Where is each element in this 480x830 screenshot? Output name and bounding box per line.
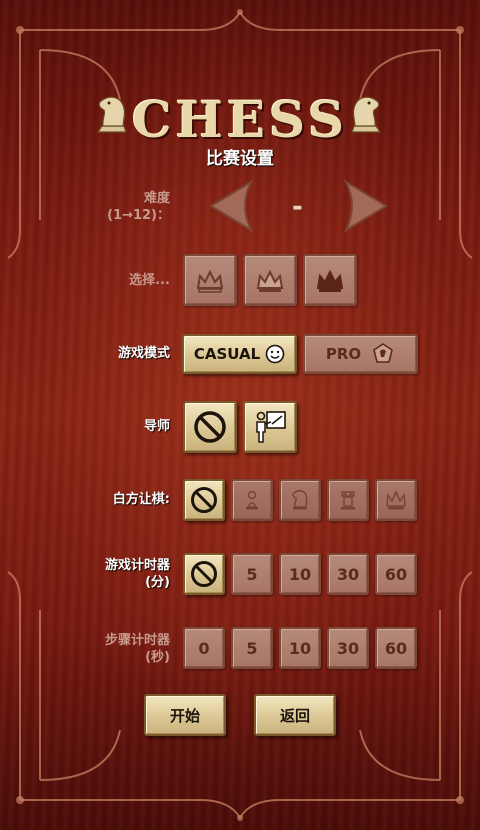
handicap-none-button[interactable] [183,479,225,521]
knight-icon [351,96,382,133]
difficulty-label-line1: 难度 [143,191,170,206]
forbidden-icon [191,487,217,513]
move-timer-option-5[interactable]: 5 [231,627,273,669]
forbidden-icon [191,561,217,587]
game-timer-label-line1: 游戏计时器 [104,558,170,573]
king-black-button[interactable] [303,254,357,306]
difficulty-value: - [292,192,303,222]
move-timer-option-60[interactable]: 60 [375,627,417,669]
game-timer-label-line2: (分) [145,575,170,590]
logo-text: CHESS [131,90,349,149]
move-timer-label-line2: (秒) [145,650,170,665]
back-button[interactable]: 返回 [254,694,336,736]
game-timer-option-60[interactable]: 60 [375,553,417,595]
move-timer-label-line1: 步骤计时器 [104,633,170,648]
game-timer-off-button[interactable] [183,553,225,595]
game-timer-option-10[interactable]: 10 [279,553,321,595]
pro-badge-icon [373,343,394,363]
king-icon [256,269,284,292]
move-timer-label: 步骤计时器 (秒) [105,632,170,666]
game-timer-option-5[interactable]: 5 [231,553,273,595]
move-timer-option-0[interactable]: 0 [183,627,225,669]
decrease-difficulty-button[interactable] [205,178,255,234]
handicap-queen-button[interactable] [375,479,417,521]
difficulty-label-line2: (1→12)： [107,208,170,223]
start-button[interactable]: 开始 [144,694,226,736]
page-title: 比赛设置 [206,149,274,169]
game-timer-label: 游戏计时器 (分) [105,557,170,591]
knight-icon [292,490,308,510]
forbidden-icon [194,411,226,443]
tutor-off-button[interactable] [183,401,237,453]
queen-icon [386,490,406,510]
tutor-on-button[interactable] [243,401,297,453]
handicap-pawn-button[interactable] [231,479,273,521]
tutor-label: 导师 [143,419,170,434]
handicap-knight-button[interactable] [279,479,321,521]
king-white-button[interactable] [183,254,237,306]
teacher-icon [256,411,286,443]
casual-mode-button[interactable]: CASUAL [182,334,297,374]
pro-mode-button[interactable]: PRO [303,334,418,374]
game-mode-label: 游戏模式 [117,346,170,361]
king-icon [196,269,224,293]
difficulty-label: 难度 (1→12)： [107,190,170,224]
smiley-icon [265,344,285,364]
move-timer-option-10[interactable]: 10 [279,627,321,669]
app-logo: CHESS [0,90,480,149]
pro-label: PRO [325,345,362,363]
casual-label: CASUAL [193,345,261,363]
king-random-button[interactable] [243,254,297,306]
select-label: 选择... [129,273,170,288]
move-timer-option-30[interactable]: 30 [327,627,369,669]
handicap-label: 白方让棋: [112,492,170,507]
increase-difficulty-button[interactable] [342,178,392,234]
pawn-icon [246,490,258,510]
game-timer-option-30[interactable]: 30 [327,553,369,595]
king-icon [316,269,344,292]
rook-icon [341,491,355,510]
handicap-rook-button[interactable] [327,479,369,521]
